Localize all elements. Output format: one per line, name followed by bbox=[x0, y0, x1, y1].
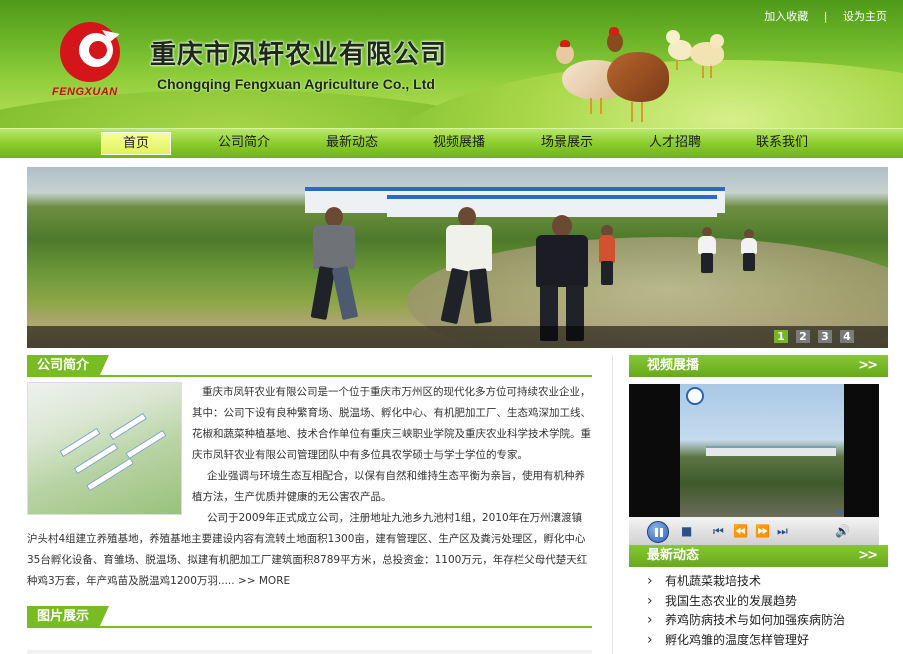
banner-pager: 1234 bbox=[766, 329, 854, 343]
banner-person bbox=[524, 215, 600, 343]
gallery-strip bbox=[27, 650, 592, 654]
about-section-title[interactable]: 公司简介 bbox=[27, 355, 110, 377]
add-favorite-link[interactable]: 加入收藏 bbox=[764, 10, 808, 23]
banner-caption-strip bbox=[27, 326, 888, 348]
banner-page-1[interactable]: 1 bbox=[774, 330, 788, 343]
video-section-header: 视频展播 >> bbox=[629, 355, 888, 377]
nav-item-news[interactable]: 最新动态 bbox=[317, 129, 387, 158]
company-title: 重庆市凤轩农业有限公司 bbox=[150, 40, 448, 70]
about-section-header: 公司简介 bbox=[27, 355, 592, 377]
set-homepage-link[interactable]: 设为主页 bbox=[843, 10, 887, 23]
hero-banner[interactable]: 1234 bbox=[27, 167, 888, 348]
tv-station-logo-icon bbox=[686, 387, 704, 405]
about-paragraph: 公司于2009年正式成立公司，注册地址九池乡九池村1组，2010年在万州瀼渡镇沪… bbox=[27, 508, 592, 592]
volume-icon[interactable]: 🔊 bbox=[835, 517, 850, 546]
banner-person bbox=[739, 229, 759, 273]
column-divider bbox=[612, 355, 613, 654]
video-caption-tag bbox=[836, 511, 842, 513]
nav-item-about[interactable]: 公司简介 bbox=[209, 129, 279, 158]
about-paragraph: 重庆市凤轩农业有限公司是一个位于重庆市万州区的现代化多方位可持续农业企业，其中：… bbox=[192, 386, 591, 461]
gallery-section-title[interactable]: 图片展示 bbox=[27, 606, 110, 628]
nav-item-video[interactable]: 视频展播 bbox=[424, 129, 494, 158]
banner-person bbox=[432, 207, 502, 327]
news-item[interactable]: 有机蔬菜栽培技术 bbox=[629, 572, 889, 592]
news-section-header: 最新动态 >> bbox=[629, 545, 888, 567]
about-paragraph: 企业强调与环境生态互相配合，以保有自然和维持生态平衡为亲旨，使用有机种养植方法，… bbox=[192, 470, 585, 503]
main-nav: 首页 公司简介 最新动态 视频展播 场景展示 人才招聘 联系我们 bbox=[0, 128, 903, 158]
banner-page-4[interactable]: 4 bbox=[840, 330, 854, 343]
nav-item-home[interactable]: 首页 bbox=[101, 132, 171, 155]
news-more-link[interactable]: >> bbox=[858, 545, 878, 567]
video-frame bbox=[680, 384, 844, 517]
video-section-title[interactable]: 视频展播 bbox=[647, 358, 699, 373]
company-title-english: Chongqing Fengxuan Agriculture Co., Ltd bbox=[157, 76, 435, 92]
fast-forward-icon[interactable]: ⏩ bbox=[755, 517, 770, 546]
gallery-section-header: 图片展示 bbox=[27, 606, 592, 628]
banner-page-3[interactable]: 3 bbox=[818, 330, 832, 343]
video-more-link[interactable]: >> bbox=[858, 355, 878, 377]
fengxuan-logo-icon[interactable] bbox=[58, 20, 122, 84]
banner-person bbox=[695, 227, 719, 275]
video-building bbox=[706, 446, 836, 456]
hen-illustration bbox=[603, 26, 673, 126]
nav-item-scenes[interactable]: 场景展示 bbox=[532, 129, 602, 158]
news-section-title[interactable]: 最新动态 bbox=[647, 548, 699, 563]
banner-person bbox=[305, 207, 365, 325]
pause-button-icon[interactable] bbox=[647, 521, 669, 543]
about-text: 重庆市凤轩农业有限公司是一个位于重庆市万州区的现代化多方位可持续农业企业，其中：… bbox=[27, 382, 592, 592]
logo-text: FENGXUAN bbox=[52, 86, 118, 98]
news-item[interactable]: 孵化鸡雏的温度怎样管理好 bbox=[629, 631, 889, 651]
stop-icon[interactable]: ■ bbox=[681, 517, 692, 546]
previous-track-icon[interactable]: ⏮ bbox=[713, 517, 724, 546]
about-more-link[interactable]: >> MORE bbox=[238, 575, 290, 587]
next-track-icon[interactable]: ⏭ bbox=[777, 517, 788, 546]
top-links: 加入收藏 | 设为主页 bbox=[764, 8, 887, 24]
video-player[interactable]: ■ ⏮ ⏪ ⏩ ⏭ 🔊 bbox=[629, 384, 879, 546]
banner-person bbox=[597, 219, 617, 289]
about-paragraph-text: 公司于2009年正式成立公司，注册地址九池乡九池村1组，2010年在万州瀼渡镇沪… bbox=[27, 512, 588, 587]
news-item[interactable]: 养鸡防病技术与如何加强疾病防治 bbox=[629, 611, 889, 631]
chick-illustration bbox=[684, 32, 728, 80]
banner-page-2[interactable]: 2 bbox=[796, 330, 810, 343]
link-separator: | bbox=[823, 10, 828, 23]
news-item[interactable]: 我国生态农业的发展趋势 bbox=[629, 592, 889, 612]
nav-item-contact[interactable]: 联系我们 bbox=[747, 129, 817, 158]
site-header: FENGXUAN 重庆市凤轩农业有限公司 Chongqing Fengxuan … bbox=[0, 0, 903, 128]
nav-item-careers[interactable]: 人才招聘 bbox=[640, 129, 710, 158]
news-list: 有机蔬菜栽培技术 我国生态农业的发展趋势 养鸡防病技术与如何加强疾病防治 孵化鸡… bbox=[629, 572, 889, 650]
video-controls: ■ ⏮ ⏪ ⏩ ⏭ 🔊 bbox=[629, 517, 879, 546]
rewind-icon[interactable]: ⏪ bbox=[733, 517, 748, 546]
